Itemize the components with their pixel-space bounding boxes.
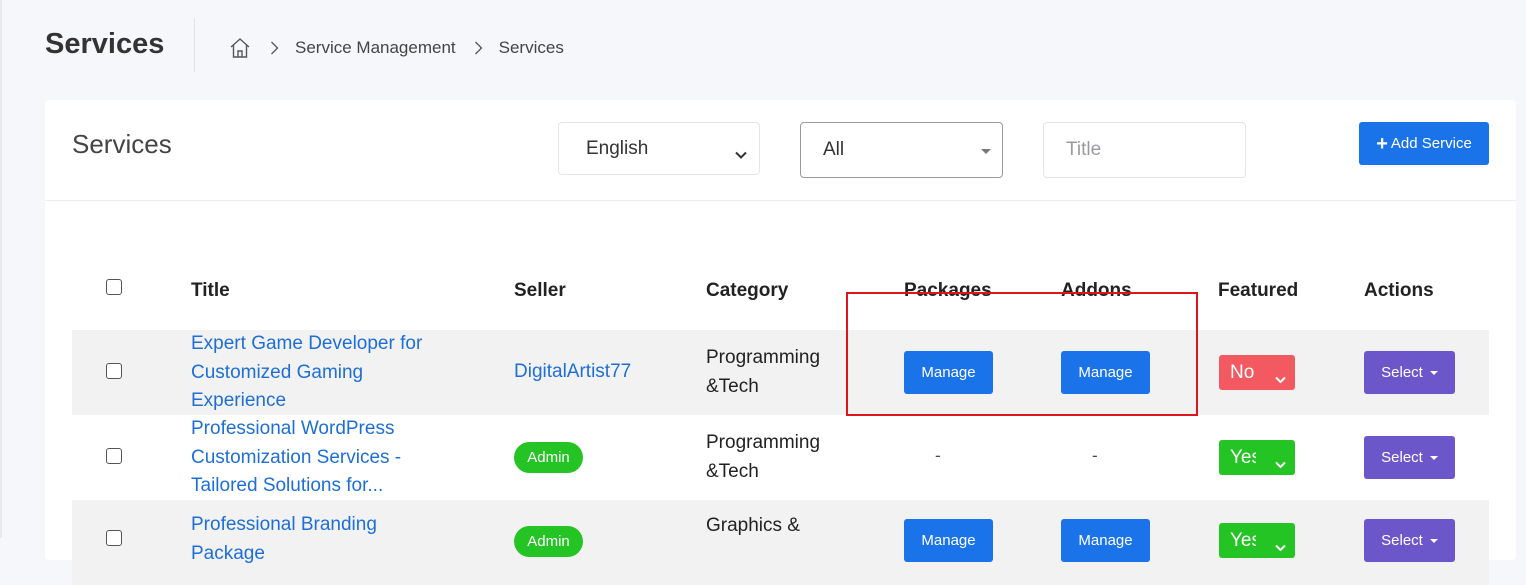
card-header: Services English All + Add Service <box>45 100 1516 201</box>
row-checkbox[interactable] <box>106 530 122 546</box>
add-service-label: Add Service <box>1390 135 1472 152</box>
column-title: Title <box>191 280 230 301</box>
service-title-link[interactable]: Professional WordPress Customization Ser… <box>191 415 451 501</box>
service-title-link[interactable]: Professional Branding Package <box>191 511 451 568</box>
table-row: Expert Game Developer for Customized Gam… <box>72 330 1489 415</box>
chevron-right-icon <box>474 41 483 55</box>
admin-badge: Admin <box>514 442 583 473</box>
row-checkbox[interactable] <box>106 363 122 379</box>
caret-down-icon <box>1429 455 1438 460</box>
caret-down-icon <box>1429 370 1438 375</box>
title-search-input[interactable] <box>1043 122 1246 178</box>
table-header: Title Seller Category Packages Addons Fe… <box>72 262 1489 329</box>
services-card: Services English All + Add Service Title… <box>45 100 1516 585</box>
category-text: Programming &Tech <box>706 347 821 397</box>
featured-value: Yes <box>1230 529 1256 551</box>
actions-select-button[interactable]: Select <box>1364 519 1455 562</box>
table-row: Professional Branding Package Admin Grap… <box>72 500 1489 585</box>
caret-down-icon <box>1429 538 1438 543</box>
featured-select[interactable]: Yes <box>1219 440 1295 475</box>
breadcrumb: Service Management Services <box>228 34 564 62</box>
chevron-down-icon <box>1275 368 1286 390</box>
language-select-value: English <box>586 137 649 159</box>
addons-empty: - <box>1092 446 1098 465</box>
category-select[interactable]: All <box>800 122 1003 178</box>
addons-manage-button[interactable]: Manage <box>1061 351 1150 394</box>
column-featured: Featured <box>1218 280 1299 301</box>
column-packages: Packages <box>904 280 992 301</box>
admin-badge: Admin <box>514 526 583 557</box>
category-text: Graphics & <box>706 515 800 536</box>
packages-manage-button[interactable]: Manage <box>904 351 993 394</box>
page-header: Services Service Management Services <box>0 0 1526 96</box>
caret-down-icon <box>981 149 991 154</box>
column-actions: Actions <box>1364 280 1434 301</box>
seller-link[interactable]: DigitalArtist77 <box>514 361 631 383</box>
actions-select-button[interactable]: Select <box>1364 436 1455 479</box>
breadcrumb-services: Services <box>498 38 564 57</box>
table-row: Professional WordPress Customization Ser… <box>72 415 1489 500</box>
category-select-value: All <box>823 139 845 160</box>
featured-select[interactable]: Yes <box>1219 523 1295 558</box>
language-select[interactable]: English <box>558 122 760 175</box>
actions-select-button[interactable]: Select <box>1364 351 1455 394</box>
chevron-down-icon <box>1275 536 1286 558</box>
column-addons: Addons <box>1061 280 1132 301</box>
breadcrumb-service-management[interactable]: Service Management <box>295 38 456 58</box>
add-service-button[interactable]: + Add Service <box>1359 122 1489 165</box>
packages-manage-button[interactable]: Manage <box>904 519 993 562</box>
featured-select[interactable]: No <box>1219 355 1295 390</box>
page-title: Services <box>45 28 165 60</box>
chevron-right-icon <box>270 41 279 55</box>
service-title-link[interactable]: Expert Game Developer for Customized Gam… <box>191 330 451 416</box>
addons-manage-button[interactable]: Manage <box>1061 519 1150 562</box>
row-checkbox[interactable] <box>106 448 122 464</box>
column-category: Category <box>706 280 789 301</box>
chevron-down-icon <box>1275 453 1286 475</box>
chevron-down-icon <box>735 143 747 165</box>
select-all-checkbox[interactable] <box>106 279 122 295</box>
header-divider <box>194 18 195 72</box>
featured-value: No <box>1230 361 1255 383</box>
column-seller: Seller <box>514 280 566 301</box>
card-title: Services <box>72 129 172 159</box>
home-icon[interactable] <box>228 36 252 60</box>
featured-value: Yes <box>1230 446 1256 468</box>
plus-icon: + <box>1376 132 1388 155</box>
category-text: Programming &Tech <box>706 432 821 482</box>
packages-empty: - <box>935 446 941 465</box>
